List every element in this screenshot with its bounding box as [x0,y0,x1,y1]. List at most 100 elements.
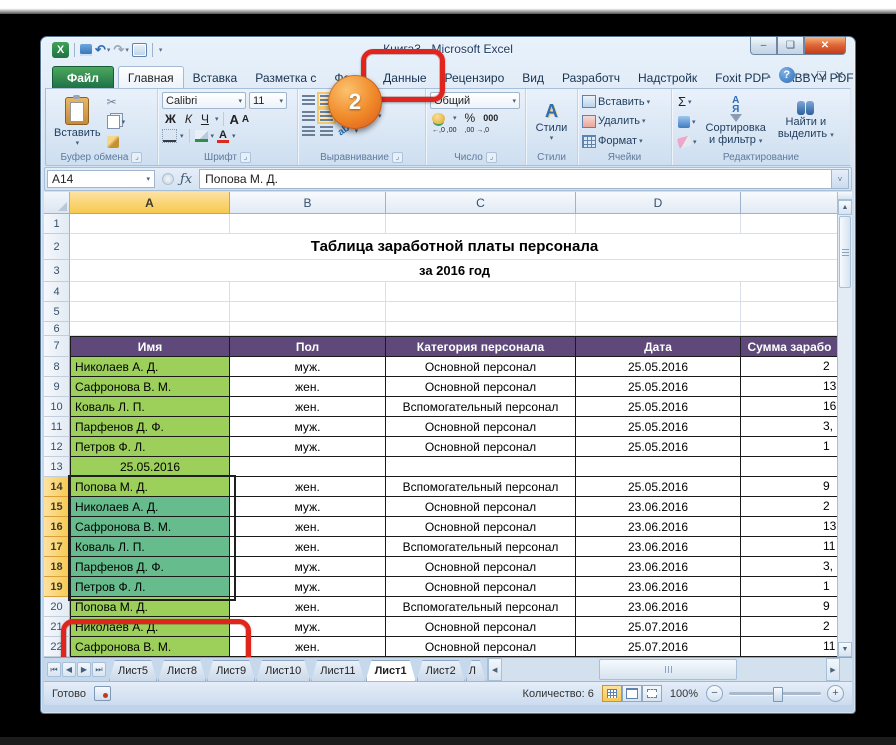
cell-D19[interactable]: 23.06.2016 [576,577,741,597]
close-button[interactable]: ✕ [804,37,846,55]
tab-addins[interactable]: Надстройк [629,67,706,88]
zoom-in-button[interactable]: + [827,685,844,702]
cell-D11[interactable]: 25.05.2016 [576,417,741,437]
borders-icon[interactable] [162,129,177,143]
cell-empty[interactable] [70,214,230,234]
cell-empty[interactable] [741,302,839,322]
horizontal-scrollbar[interactable]: ◀ ▶ [486,658,852,681]
cell-E22[interactable]: 11 [741,637,839,657]
cell-E8[interactable]: 2 [741,357,839,377]
cell-D22[interactable]: 25.07.2016 [576,637,741,657]
formula-input[interactable]: Попова М. Д. [199,169,831,189]
help-icon[interactable]: ? [778,67,795,83]
cell-empty[interactable] [576,282,741,302]
macro-record-icon[interactable] [93,686,111,701]
column-header-E[interactable] [741,192,839,214]
row-header-20[interactable]: 20 [44,597,70,617]
zoom-slider-track[interactable] [729,687,821,702]
column-header-B[interactable]: B [230,192,386,214]
cell-D13[interactable] [576,457,741,477]
cell-empty[interactable] [386,214,576,234]
clipboard-dialog-launcher-icon[interactable]: ⌟ [131,152,143,163]
workbook-restore-icon[interactable]: ❑ [817,69,827,82]
cell-C15[interactable]: Основной персонал [386,497,576,517]
prev-sheet-icon[interactable]: ◀ [62,662,76,677]
cell-A15[interactable]: Николаев А. Д. [70,497,230,517]
cell-B21[interactable]: муж. [230,617,386,637]
page-layout-view-button[interactable] [621,685,642,702]
format-cells-button[interactable]: Формат ▾ [582,134,667,149]
row-header-14[interactable]: 14 [44,477,70,497]
cell-C12[interactable]: Основной персонал [386,437,576,457]
cell-empty[interactable] [230,322,386,336]
cell-A9[interactable]: Сафронова В. М. [70,377,230,397]
font-family-select[interactable]: Calibri ▾ [162,92,246,109]
cell-C14[interactable]: Вспомогательный персонал [386,477,576,497]
decrease-indent-icon[interactable] [302,125,315,136]
cell-C18[interactable]: Основной персонал [386,557,576,577]
cell-empty[interactable] [230,302,386,322]
sheet-tab-Лист5[interactable]: Лист5 [109,660,157,681]
cell-empty[interactable] [576,214,741,234]
cell-B8[interactable]: муж. [230,357,386,377]
paste-button[interactable]: Вставить ▾ [50,92,105,151]
cell-empty[interactable] [230,282,386,302]
cell-empty[interactable] [386,282,576,302]
cell-B14[interactable]: жен. [230,477,386,497]
column-header-D[interactable]: D [576,192,741,214]
cell-D17[interactable]: 23.06.2016 [576,537,741,557]
underline-button[interactable]: Ч [198,111,212,127]
fill-button[interactable]: ▾ [678,114,697,129]
cell-C10[interactable]: Вспомогательный персонал [386,397,576,417]
cell-C17[interactable]: Вспомогательный персонал [386,537,576,557]
cell-E20[interactable]: 9 [741,597,839,617]
cell-D8[interactable]: 25.05.2016 [576,357,741,377]
cell-B12[interactable]: муж. [230,437,386,457]
cell-B15[interactable]: муж. [230,497,386,517]
cell-A16[interactable]: Сафронова В. М. [70,517,230,537]
increase-decimal-button[interactable]: ←,0 ,00 [432,127,457,134]
row-header-3[interactable]: 3 [44,260,70,282]
font-color-icon[interactable]: А [217,129,230,143]
sort-filter-button[interactable]: АЯ Сортировка и фильтр ▾ [703,92,769,151]
sheet-tab-Лист1[interactable]: Лист1 [366,660,416,681]
cell-B13[interactable] [230,457,386,477]
cell-B10[interactable]: жен. [230,397,386,417]
cell-E21[interactable]: 2 [741,617,839,637]
cell-D15[interactable]: 23.06.2016 [576,497,741,517]
row-header-10[interactable]: 10 [44,397,70,417]
table-header-cell[interactable]: Имя [70,336,230,357]
font-size-select[interactable]: 11 ▾ [249,92,287,109]
row-header-13[interactable]: 13 [44,457,70,477]
autosum-button[interactable]: Σ ▾ [678,94,697,109]
fill-color-icon[interactable] [194,130,208,142]
row-header-11[interactable]: 11 [44,417,70,437]
cell-D14[interactable]: 25.05.2016 [576,477,741,497]
cell-C19[interactable]: Основной персонал [386,577,576,597]
row-header-17[interactable]: 17 [44,537,70,557]
name-box-dropdown-arrow[interactable]: ▾ [146,175,150,183]
last-sheet-icon[interactable]: ⏭ [92,662,106,677]
cell-A17[interactable]: Коваль Л. П. [70,537,230,557]
tab-review[interactable]: Рецензиро [436,67,514,88]
horizontal-scroll-thumb[interactable] [598,659,738,680]
cell-D20[interactable]: 23.06.2016 [576,597,741,617]
minimize-button[interactable]: – [750,37,777,55]
cell-E13[interactable] [741,457,839,477]
tab-file[interactable]: Файл [52,66,114,88]
cell-A10[interactable]: Коваль Л. П. [70,397,230,417]
cell-B16[interactable]: жен. [230,517,386,537]
decrease-decimal-button[interactable]: ,00 →,0 [465,127,490,134]
hscroll-right-icon[interactable]: ▶ [826,658,840,681]
normal-view-button[interactable] [601,685,622,702]
workbook-minimize-icon[interactable]: – [803,69,809,81]
alignment-dialog-launcher-icon[interactable]: ⌟ [391,152,403,163]
cell-E17[interactable]: 11 [741,537,839,557]
clear-button[interactable]: ▾ [676,134,697,149]
styles-button[interactable]: A Стили ▾ [530,92,573,151]
cell-A19[interactable]: Петров Ф. Л. [70,577,230,597]
select-all-corner[interactable] [44,192,70,214]
row-header-4[interactable]: 4 [44,282,70,302]
copy-button[interactable]: ▾ [106,114,125,129]
sheet-tab-Лист8[interactable]: Лист8 [158,660,206,681]
